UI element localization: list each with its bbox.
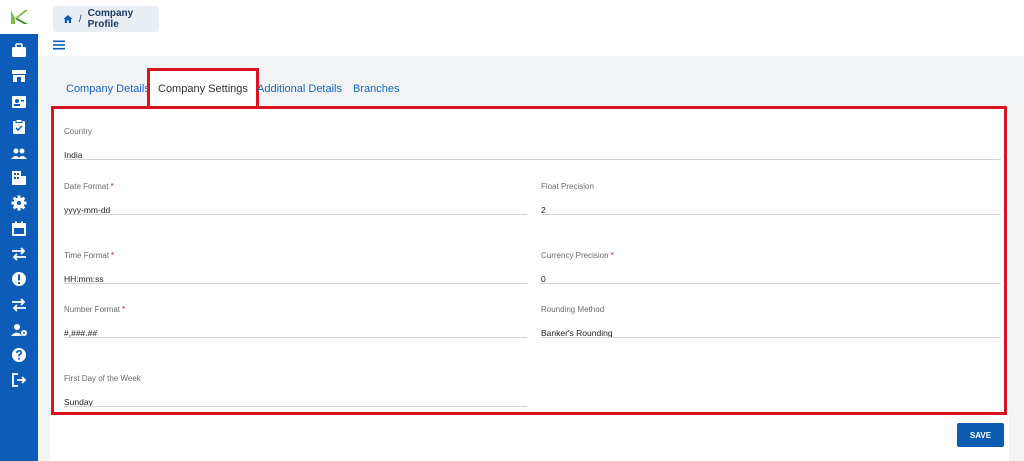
menu-icon[interactable] <box>53 40 65 50</box>
number-format-label: Number Format <box>64 305 121 314</box>
first-day-label: First Day of the Week <box>64 374 141 383</box>
calendar-icon[interactable] <box>10 220 28 238</box>
country-label: Country <box>64 127 93 136</box>
help-icon[interactable] <box>10 346 28 364</box>
sidebar <box>0 0 38 461</box>
field-underline <box>64 283 527 284</box>
store-icon[interactable] <box>10 67 28 85</box>
tab-company-details[interactable]: Company Details <box>66 72 150 106</box>
save-button[interactable]: SAVE <box>957 423 1004 447</box>
field-underline <box>541 283 1001 284</box>
logout-icon[interactable] <box>10 371 28 389</box>
people-icon[interactable] <box>10 144 28 162</box>
first-day-field[interactable]: First Day of the Week Sunday <box>64 374 527 407</box>
date-format-label: Date Format <box>64 182 109 191</box>
number-format-field[interactable]: Number Format * #,###.## <box>64 305 527 338</box>
breadcrumb-current: Company Profile <box>87 8 134 30</box>
logo-icon <box>11 10 28 24</box>
tab-bar: Company Details Company Settings Additio… <box>50 68 1009 106</box>
currency-precision-label: Currency Precision <box>541 251 609 260</box>
required-marker: * <box>610 251 614 260</box>
user-gear-icon[interactable] <box>10 321 28 339</box>
time-format-field[interactable]: Time Format * HH:mm:ss <box>64 251 527 284</box>
app-logo[interactable] <box>0 0 38 34</box>
field-underline <box>64 159 1001 160</box>
gear-icon[interactable] <box>10 194 28 212</box>
breadcrumb: / Company Profile <box>53 6 159 32</box>
briefcase-icon[interactable] <box>10 42 28 60</box>
tab-additional-details[interactable]: Additional Details <box>257 72 342 106</box>
currency-precision-field[interactable]: Currency Precision * 0 <box>541 251 1001 284</box>
alert-icon[interactable] <box>10 270 28 288</box>
required-marker: * <box>110 182 114 191</box>
date-format-field[interactable]: Date Format * yyyy-mm-dd <box>64 182 527 215</box>
required-marker: * <box>122 305 126 314</box>
field-underline <box>541 337 1001 338</box>
time-format-label: Time Format <box>64 251 110 260</box>
breadcrumb-separator: / <box>78 13 82 25</box>
tab-company-settings[interactable]: Company Settings <box>147 68 259 106</box>
field-underline <box>64 406 527 407</box>
required-marker: * <box>111 251 115 260</box>
country-field[interactable]: Country India <box>64 127 1001 160</box>
float-precision-field[interactable]: Float Precision 2 <box>541 182 1001 215</box>
transfer-icon[interactable] <box>10 245 28 263</box>
id-card-icon[interactable] <box>10 93 28 111</box>
tab-branches[interactable]: Branches <box>353 72 399 106</box>
rounding-method-label: Rounding Method <box>541 305 605 314</box>
float-precision-label: Float Precision <box>541 182 594 191</box>
transfer-icon[interactable] <box>10 296 28 314</box>
building-icon[interactable] <box>10 169 28 187</box>
home-icon[interactable] <box>63 14 73 24</box>
field-underline <box>64 337 527 338</box>
field-underline <box>541 214 1001 215</box>
field-underline <box>64 214 527 215</box>
rounding-method-field[interactable]: Rounding Method Banker's Rounding <box>541 305 1001 338</box>
clipboard-check-icon[interactable] <box>10 118 28 136</box>
